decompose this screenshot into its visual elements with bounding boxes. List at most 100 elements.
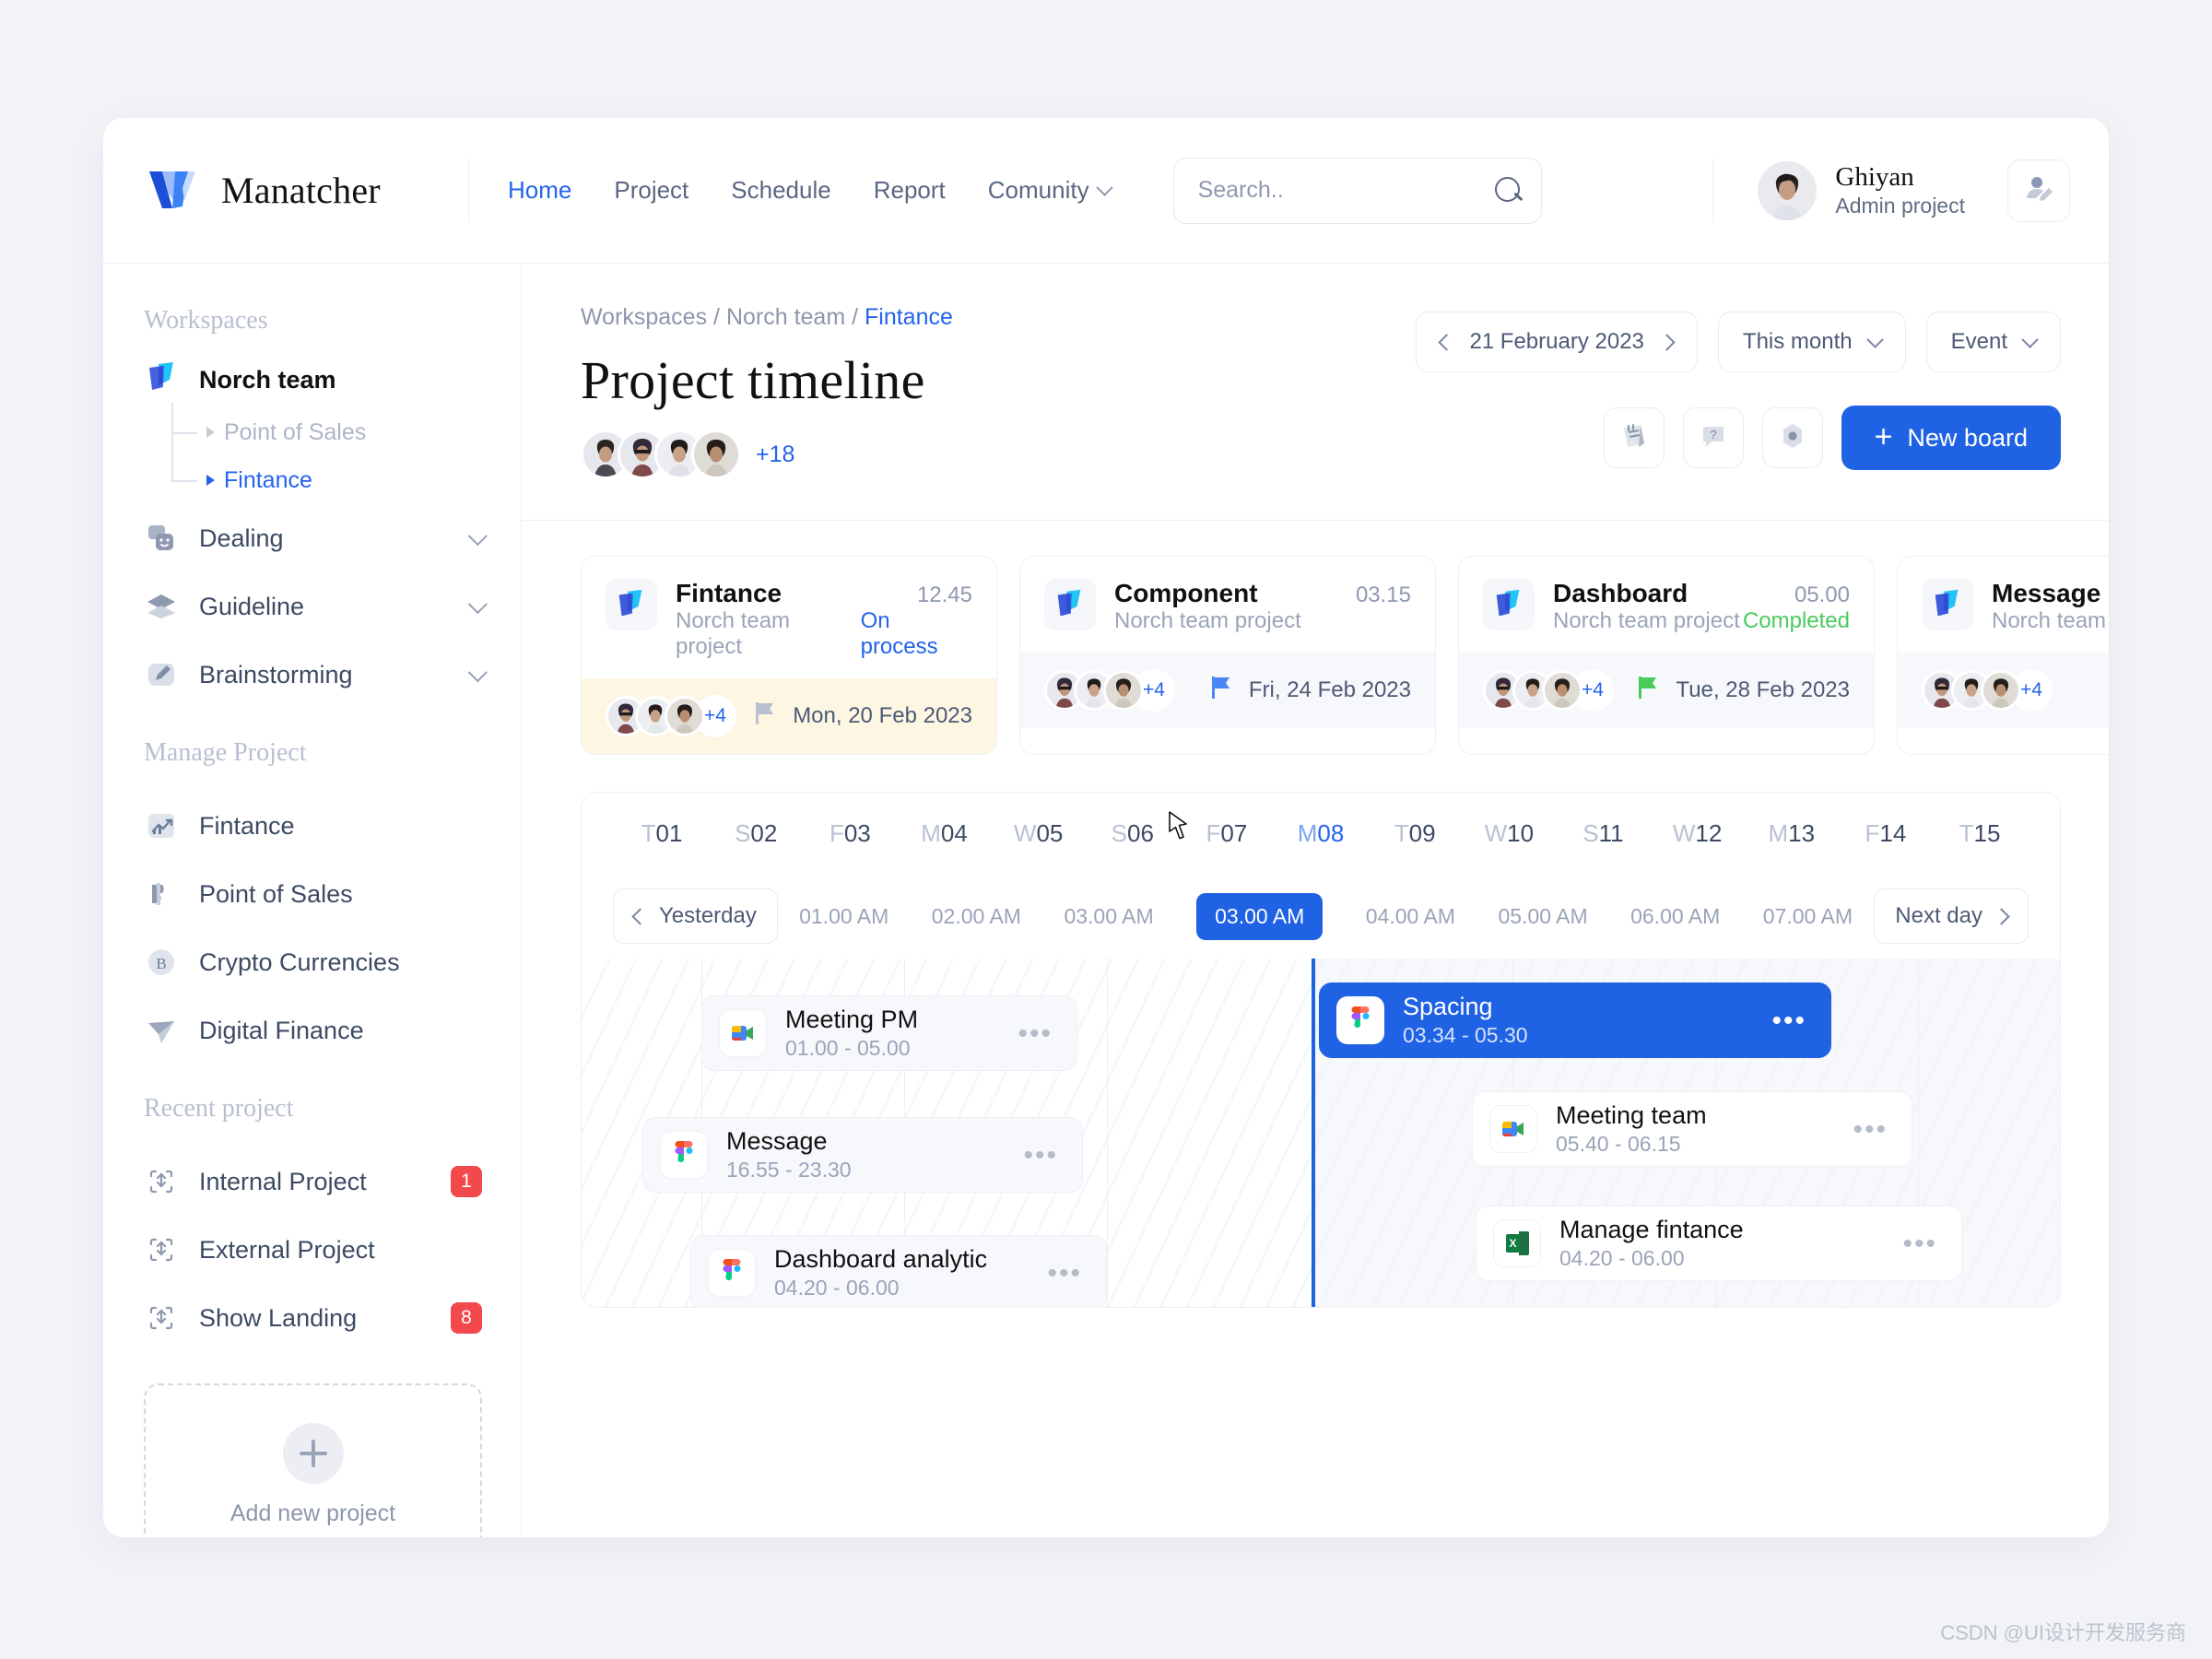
sidebar-item-show-landing[interactable]: Show Landing 8 (144, 1284, 482, 1352)
timeline-day[interactable]: F14 (1839, 819, 1933, 848)
search-box[interactable] (1172, 157, 1542, 224)
sidebar-item-point-of-sales[interactable]: Point of Sales (171, 408, 482, 456)
sidebar-item-manage-point-of-sales[interactable]: Point of Sales (144, 860, 482, 928)
breadcrumb-current[interactable]: Fintance (865, 304, 953, 330)
edit-profile-icon (2022, 171, 2055, 209)
breadcrumb-sep: / (707, 304, 726, 330)
add-new-project-button[interactable]: Add new project (144, 1383, 482, 1537)
timeline-day[interactable]: W05 (992, 819, 1086, 848)
edit-profile-button[interactable] (2007, 159, 2070, 222)
day-number: 03 (843, 818, 871, 847)
timeline-day[interactable]: S11 (1556, 819, 1650, 848)
hour-label[interactable]: 02.00 AM (932, 904, 1021, 929)
sidebar-item-norch-team[interactable]: Norch team (144, 359, 482, 401)
project-card[interactable]: Message Norch team project (1897, 556, 2109, 755)
timeline-event-selected[interactable]: Spacing 03.34 - 05.30 ••• (1319, 982, 1831, 1058)
timeline-day[interactable]: T15 (1933, 819, 2027, 848)
more-options-icon[interactable]: ••• (1880, 1230, 1937, 1257)
project-members[interactable]: +4 (1922, 669, 2053, 712)
more-options-icon[interactable]: ••• (1749, 1006, 1806, 1034)
project-card[interactable]: Component 03.15 Norch team project +4 Fr… (1019, 556, 1436, 755)
timeline-day[interactable]: W12 (1651, 819, 1745, 848)
timeline-day[interactable]: F03 (803, 819, 897, 848)
chevron-down-icon[interactable] (467, 594, 488, 614)
hour-label[interactable]: 07.00 AM (1763, 904, 1853, 929)
project-card[interactable]: Fintance 12.45 Norch team project On pro… (581, 556, 997, 755)
pos-icon (144, 877, 179, 912)
sidebar-item-brainstorming[interactable]: Brainstorming (144, 641, 488, 709)
members-extra[interactable]: +18 (756, 441, 794, 468)
project-title: Dashboard (1553, 579, 1688, 607)
workspace-children: Point of Sales Fintance (171, 403, 482, 504)
chevron-down-icon[interactable] (467, 525, 488, 546)
timeline-event[interactable]: X Manage fintance 04.20 - 06.00 ••• (1476, 1206, 1962, 1281)
nav-item-comunity[interactable]: Comunity (988, 176, 1113, 205)
app-header: Manatcher Home Project Schedule Report C… (103, 118, 2109, 264)
event-filter-select[interactable]: Event (1925, 312, 2061, 372)
timeline-day[interactable]: T01 (615, 819, 709, 848)
nav-item-report[interactable]: Report (874, 176, 946, 205)
more-options-icon[interactable]: ••• (995, 1019, 1053, 1047)
timeline-day[interactable]: F07 (1180, 819, 1274, 848)
timeline-day[interactable]: T09 (1368, 819, 1462, 848)
search-input[interactable] (1197, 177, 1495, 204)
nav-item-home[interactable]: Home (508, 176, 571, 205)
help-button[interactable]: ? (1682, 407, 1744, 468)
brand[interactable]: Manatcher (144, 162, 468, 219)
timeline-day[interactable]: M04 (897, 819, 991, 848)
member-avatars[interactable]: +18 (581, 429, 953, 479)
hour-label[interactable]: 04.00 AM (1366, 904, 1455, 929)
timeline-event-text: Manage fintance 04.20 - 06.00 (1559, 1216, 1744, 1272)
project-members[interactable]: +4 (606, 695, 736, 737)
sidebar-item-guideline[interactable]: Guideline (144, 572, 488, 641)
hour-label[interactable]: 05.00 AM (1498, 904, 1587, 929)
more-options-icon[interactable]: ••• (1830, 1115, 1888, 1143)
breadcrumb-team[interactable]: Norch team (726, 304, 845, 330)
date-stepper[interactable]: 21 February 2023 (1416, 312, 1698, 372)
timeline-day[interactable]: W10 (1462, 819, 1556, 848)
nav-item-project[interactable]: Project (614, 176, 688, 205)
timeline-event[interactable]: Meeting team 05.40 - 06.15 ••• (1472, 1091, 1912, 1167)
timeline-event[interactable]: Meeting PM 01.00 - 05.00 ••• (701, 995, 1077, 1071)
timeline-day-selected[interactable]: M08 (1274, 819, 1368, 848)
notes-button[interactable] (1603, 407, 1665, 468)
project-card[interactable]: Dashboard 05.00 Norch team project Compl… (1458, 556, 1875, 755)
sidebar-item-digital-finance[interactable]: Digital Finance (144, 996, 482, 1065)
new-board-button[interactable]: + New board (1841, 406, 2061, 470)
chevron-left-icon[interactable] (1438, 333, 1456, 351)
hour-label[interactable]: 06.00 AM (1630, 904, 1720, 929)
timeline-day[interactable]: S02 (709, 819, 803, 848)
timeline-day[interactable]: S06 (1086, 819, 1180, 848)
figma-icon (660, 1131, 708, 1179)
timeline-event[interactable]: Message 16.55 - 23.30 ••• (642, 1117, 1083, 1193)
range-select[interactable]: This month (1717, 312, 1906, 372)
sidebar-item-internal-project[interactable]: Internal Project 1 (144, 1147, 482, 1216)
hour-label[interactable]: 01.00 AM (799, 904, 888, 929)
sidebar-item-manage-fintance[interactable]: Fintance (144, 792, 482, 860)
nav-item-schedule[interactable]: Schedule (731, 176, 830, 205)
user-menu[interactable]: Ghiyan Admin project (1758, 160, 1965, 220)
more-options-icon[interactable]: ••• (1001, 1141, 1058, 1169)
sidebar-item-label: Show Landing (199, 1303, 358, 1332)
chevron-down-icon[interactable] (467, 662, 488, 682)
chevron-right-icon[interactable] (1658, 333, 1676, 351)
project-card-body: Fintance 12.45 Norch team project On pro… (582, 557, 996, 678)
timeline-hour-strip: Yesterday 01.00 AM 02.00 AM 03.00 AM 03.… (582, 874, 2060, 959)
sidebar-item-fintance[interactable]: Fintance (171, 456, 482, 504)
hour-label-current[interactable]: 03.00 AM (1196, 892, 1324, 940)
yesterday-button[interactable]: Yesterday (613, 888, 778, 944)
timeline-day[interactable]: M13 (1745, 819, 1839, 848)
status-badge: On process (860, 608, 938, 659)
sidebar-item-dealing[interactable]: Dealing (144, 504, 488, 572)
project-members[interactable]: +4 (1483, 669, 1614, 712)
hour-label[interactable]: 03.00 AM (1064, 904, 1153, 929)
sidebar-item-external-project[interactable]: External Project (144, 1216, 482, 1284)
more-options-icon[interactable]: ••• (1025, 1259, 1082, 1287)
project-members[interactable]: +4 (1044, 669, 1175, 712)
next-day-button[interactable]: Next day (1874, 888, 2029, 944)
sidebar-item-crypto-currencies[interactable]: B Crypto Currencies (144, 928, 482, 996)
timeline-event[interactable]: Dashboard analytic 04.20 - 06.00 ••• (690, 1235, 1107, 1307)
settings-button[interactable] (1761, 407, 1823, 468)
breadcrumb-root[interactable]: Workspaces (581, 304, 707, 330)
search-icon[interactable] (1494, 176, 1523, 205)
